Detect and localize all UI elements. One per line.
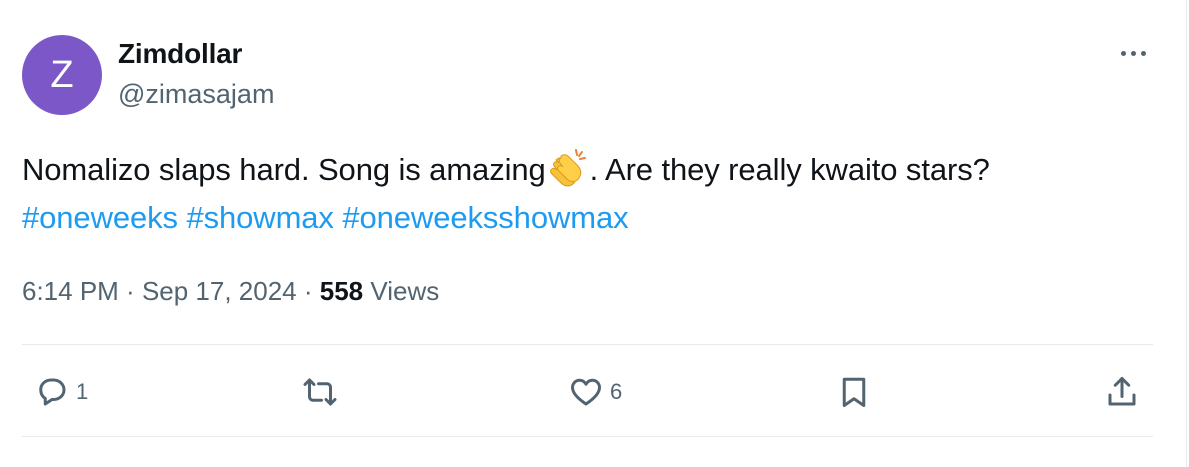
meta-separator: · <box>118 276 142 306</box>
user-handle[interactable]: @zimasajam <box>118 79 274 110</box>
share-icon <box>1108 377 1136 406</box>
tweet-time[interactable]: 6:14 PM <box>22 276 119 307</box>
tweet-text-before-emoji: Nomalizo slaps hard. Song is amazing <box>22 152 546 187</box>
tweet-date[interactable]: Sep 17, 2024 <box>142 276 297 307</box>
hashtag-link[interactable]: #oneweeksshowmax <box>342 200 628 235</box>
hashtag-link[interactable]: #oneweeks <box>22 200 178 235</box>
like-button[interactable]: 6 <box>568 370 622 414</box>
display-name[interactable]: Zimdollar <box>118 38 242 70</box>
tweet-meta: 6:14 PM · Sep 17, 2024 · 558 Views <box>22 276 439 307</box>
card-border <box>1186 0 1187 467</box>
hashtag-link[interactable]: #showmax <box>186 200 333 235</box>
tweet-text-line-1: Nomalizo slaps hard. Song is amazing . A… <box>22 146 1152 194</box>
like-icon <box>571 378 601 406</box>
divider <box>22 344 1153 345</box>
avatar[interactable]: Z <box>22 35 102 115</box>
retweet-button[interactable] <box>302 370 344 414</box>
avatar-letter: Z <box>50 53 74 96</box>
more-icon[interactable] <box>1113 38 1153 68</box>
share-button[interactable] <box>1104 370 1140 414</box>
reply-button[interactable]: 1 <box>34 370 88 414</box>
hashtag-line: #oneweeks #showmax #oneweeksshowmax <box>22 194 1152 242</box>
views-label: Views <box>363 276 440 306</box>
retweet-icon <box>303 378 337 406</box>
bookmark-icon <box>842 377 866 407</box>
tweet-text-after-emoji: . Are they really kwaito stars? <box>589 152 990 187</box>
clapping-hands-emoji <box>549 149 586 187</box>
views-count: 558 <box>319 276 364 306</box>
tweet-text: Nomalizo slaps hard. Song is amazing . A… <box>22 146 1152 242</box>
bookmark-button[interactable] <box>836 370 872 414</box>
like-count: 6 <box>610 379 623 404</box>
reply-icon <box>39 378 66 406</box>
meta-separator: · <box>296 276 320 306</box>
divider <box>22 436 1153 437</box>
reply-count: 1 <box>76 379 89 404</box>
